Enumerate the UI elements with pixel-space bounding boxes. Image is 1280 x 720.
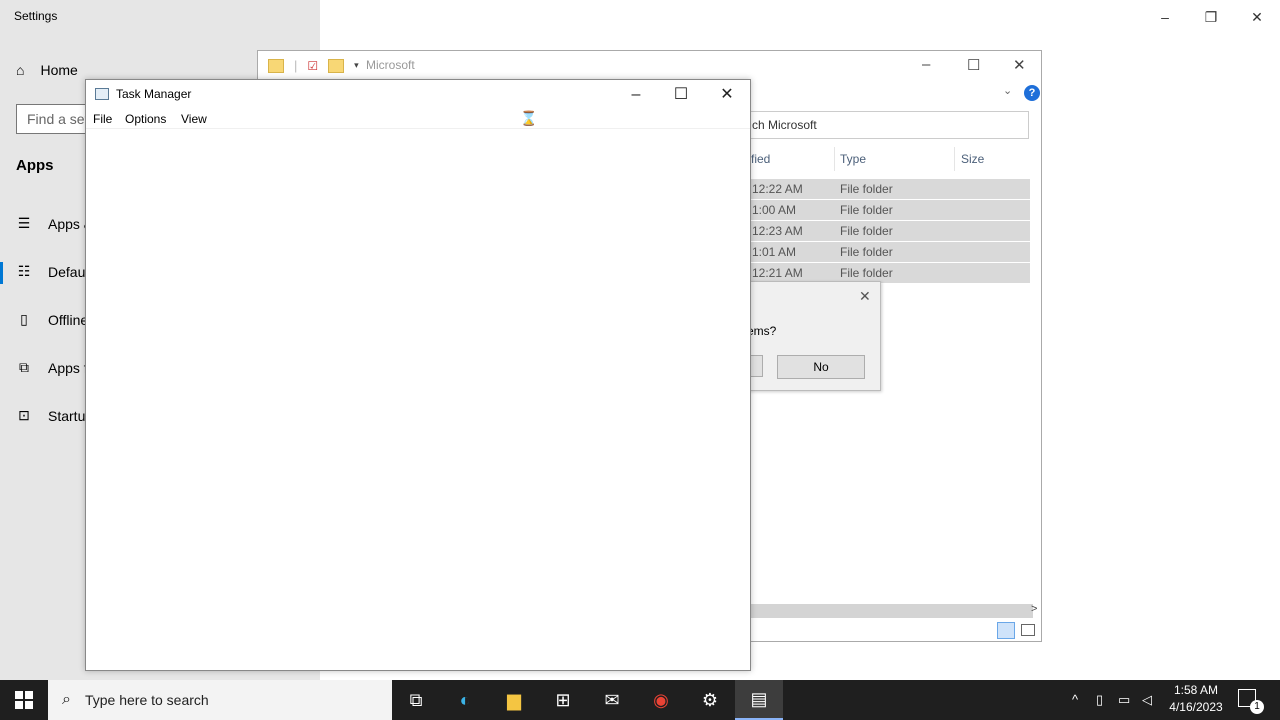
settings-title: Settings [14, 9, 58, 23]
explorer-minimize-button[interactable]: – [922, 56, 930, 73]
sidebar-item-label: Defaul [48, 263, 89, 280]
menu-view[interactable]: View [181, 112, 207, 126]
sidebar-item-startup[interactable]: ⊡ Startup [16, 407, 93, 424]
properties-icon[interactable]: ☑ [307, 59, 318, 73]
expand-ribbon-icon[interactable]: ⌄ [1003, 84, 1012, 97]
file-modified: 1:01 AM [752, 245, 797, 259]
settings-restore-button[interactable]: ❐ [1200, 6, 1222, 28]
clock[interactable]: 1:58 AM 4/16/2023 [1166, 682, 1226, 716]
file-row[interactable]: 12:23 AM File folder [751, 221, 1030, 241]
column-date-modified[interactable]: fied [751, 152, 770, 166]
file-row[interactable]: 1:00 AM File folder [751, 200, 1030, 220]
map-icon: ▯ [20, 311, 28, 327]
menu-divider [86, 128, 750, 129]
customize-toolbar-icon[interactable]: ▾ [354, 60, 359, 71]
home-icon: ⌂ [16, 62, 25, 78]
file-type: File folder [840, 224, 893, 238]
file-type: File folder [840, 266, 893, 280]
task-manager-window: Task Manager – ☐ ✕ File Options View [85, 79, 751, 671]
column-type[interactable]: Type [840, 152, 866, 166]
list-icon: ☰ [17, 215, 31, 231]
sidebar-item-label: Apps f [48, 359, 88, 376]
column-size[interactable]: Size [961, 152, 984, 166]
large-icons-view-icon[interactable] [1021, 624, 1035, 636]
help-icon[interactable]: ? [1024, 85, 1040, 101]
task-manager-title: Task Manager [116, 87, 192, 101]
scroll-right-icon[interactable]: > [1031, 603, 1037, 615]
task-manager-maximize-button[interactable]: ☐ [666, 83, 696, 107]
quick-access-toolbar: | ☑ ▾ [268, 58, 359, 73]
settings-section-title: Apps [16, 157, 54, 174]
column-divider [834, 147, 835, 171]
default-apps-icon: ☷ [17, 263, 31, 279]
file-row[interactable]: 1:01 AM File folder [751, 242, 1030, 262]
file-type: File folder [840, 182, 893, 196]
folder-icon[interactable] [268, 58, 284, 73]
clock-date: 4/16/2023 [1169, 700, 1223, 714]
settings-home-link[interactable]: ⌂ Home [16, 62, 78, 78]
horizontal-scrollbar[interactable] [751, 604, 1033, 618]
start-button[interactable] [0, 680, 48, 720]
sidebar-item-default-apps[interactable]: ☷ Defaul [16, 263, 89, 280]
tablet-icon[interactable]: ▯ [1096, 692, 1103, 708]
settings-close-button[interactable]: ✕ [1246, 6, 1268, 28]
clock-time: 1:58 AM [1173, 683, 1219, 697]
sidebar-item-apps-websites[interactable]: ⧉ Apps f [16, 359, 88, 376]
windows-logo-icon [15, 691, 33, 709]
settings-minimize-button[interactable]: – [1154, 6, 1176, 28]
edge-icon[interactable]: ◐ [441, 680, 489, 720]
file-modified: 12:23 AM [752, 224, 803, 238]
store-icon[interactable]: ⊞ [539, 680, 587, 720]
file-modified: 12:22 AM [752, 182, 803, 196]
explorer-maximize-button[interactable]: ☐ [967, 56, 980, 74]
menu-file[interactable]: File [93, 112, 112, 126]
explorer-search-input[interactable]: ch Microsoft [743, 111, 1029, 139]
file-row[interactable]: 12:21 AM File folder [751, 263, 1030, 283]
task-manager-taskbar-icon[interactable]: ▤ [735, 680, 783, 720]
show-hidden-icons-icon[interactable]: ^ [1072, 692, 1078, 707]
file-explorer-icon[interactable]: ▆ [490, 680, 538, 720]
confirm-dialog: ✕ ems? No [740, 281, 881, 391]
details-view-icon[interactable] [997, 622, 1015, 639]
explorer-close-button[interactable]: ✕ [1013, 56, 1026, 74]
selected-indicator [0, 262, 3, 284]
file-row[interactable]: 12:22 AM File folder [751, 179, 1030, 199]
file-modified: 12:21 AM [752, 266, 803, 280]
taskbar-search-box[interactable]: ⌕ Type here to search [48, 680, 392, 720]
chrome-icon[interactable]: ◉ [637, 680, 685, 720]
apps-websites-icon: ⧉ [19, 359, 29, 375]
file-modified: 1:00 AM [752, 203, 797, 217]
task-manager-minimize-button[interactable]: – [621, 83, 651, 107]
startup-icon: ⊡ [18, 407, 30, 423]
taskbar-search-placeholder: Type here to search [84, 692, 209, 708]
dialog-close-icon[interactable]: ✕ [859, 288, 871, 305]
volume-muted-icon[interactable]: ◁ [1142, 692, 1152, 708]
settings-icon[interactable]: ⚙ [686, 680, 734, 720]
explorer-title: Microsoft [366, 58, 415, 72]
sidebar-item-apps-features[interactable]: ☰ Apps & [16, 215, 93, 232]
dialog-no-button[interactable]: No [777, 355, 865, 379]
task-manager-icon [95, 88, 109, 100]
mail-icon[interactable]: ✉ [588, 680, 636, 720]
new-folder-icon[interactable] [328, 58, 345, 73]
sidebar-item-offline-maps[interactable]: ▯ Offline [16, 311, 88, 328]
search-icon: ⌕ [62, 691, 71, 708]
toolbar-divider: | [294, 58, 298, 73]
column-divider [954, 147, 955, 171]
file-type: File folder [840, 245, 893, 259]
taskbar: ⌕ Type here to search ⧉ ◐ ▆ ⊞ ✉ ◉ ⚙ ▤ ^ … [0, 680, 1280, 720]
notification-count-badge: 1 [1250, 700, 1264, 714]
home-label: Home [40, 62, 78, 78]
task-view-icon[interactable]: ⧉ [392, 680, 440, 720]
dialog-question: ems? [747, 324, 777, 338]
network-icon[interactable]: ▭ [1118, 692, 1130, 708]
task-manager-close-button[interactable]: ✕ [712, 83, 742, 107]
sidebar-item-label: Offline [48, 311, 89, 328]
busy-cursor-icon: ⌛ [520, 110, 538, 126]
file-type: File folder [840, 203, 893, 217]
menu-options[interactable]: Options [125, 112, 166, 126]
